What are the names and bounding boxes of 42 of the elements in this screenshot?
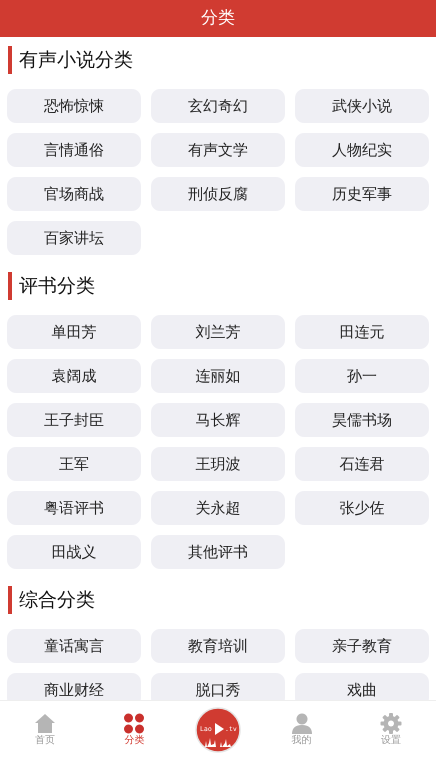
- category-button[interactable]: 刑侦反腐: [151, 177, 285, 211]
- section-title: 评书分类: [8, 272, 429, 300]
- category-button[interactable]: 恐怖惊悚: [7, 89, 141, 123]
- section-title: 综合分类: [8, 586, 429, 614]
- category-button[interactable]: 童话寓言: [7, 629, 141, 663]
- tab-item[interactable]: 分类: [90, 701, 180, 757]
- category-button[interactable]: 田战义: [7, 535, 141, 569]
- category-button[interactable]: 戏曲: [295, 673, 429, 700]
- category-button[interactable]: 刘兰芳: [151, 315, 285, 349]
- category-button[interactable]: 言情通俗: [7, 133, 141, 167]
- page-title: 分类: [201, 6, 235, 30]
- category-button[interactable]: 王军: [7, 447, 141, 481]
- category-button[interactable]: 关永超: [151, 491, 285, 525]
- settings-icon: [380, 713, 402, 734]
- category-button[interactable]: 历史军事: [295, 177, 429, 211]
- category-button[interactable]: 官场商战: [7, 177, 141, 211]
- category-button[interactable]: 张少佐: [295, 491, 429, 525]
- category-button[interactable]: 有声文学: [151, 133, 285, 167]
- category-button[interactable]: 亲子教育: [295, 629, 429, 663]
- category-button[interactable]: 脱口秀: [151, 673, 285, 700]
- category-button[interactable]: 教育培训: [151, 629, 285, 663]
- category-button[interactable]: 石连君: [295, 447, 429, 481]
- category-button[interactable]: 百家讲坛: [7, 221, 141, 255]
- category-button[interactable]: 单田芳: [7, 315, 141, 349]
- person-icon: [290, 713, 313, 734]
- section-title: 有声小说分类: [8, 46, 429, 74]
- category-button[interactable]: 王子封臣: [7, 403, 141, 437]
- category-button[interactable]: 王玥波: [151, 447, 285, 481]
- category-button[interactable]: 连丽如: [151, 359, 285, 393]
- category-button[interactable]: 袁阔成: [7, 359, 141, 393]
- category-button[interactable]: 昊儒书场: [295, 403, 429, 437]
- category-button[interactable]: 玄幻奇幻: [151, 89, 285, 123]
- category-button[interactable]: 武侠小说: [295, 89, 429, 123]
- category-button[interactable]: 粤语评书: [7, 491, 141, 525]
- grid-icon: [123, 713, 146, 734]
- category-button[interactable]: 孙一: [295, 359, 429, 393]
- category-button[interactable]: 田连元: [295, 315, 429, 349]
- home-icon: [34, 713, 56, 734]
- category-button[interactable]: 人物纪实: [295, 133, 429, 167]
- category-button[interactable]: 商业财经: [7, 673, 141, 700]
- category-button[interactable]: 其他评书: [151, 535, 285, 569]
- category-button[interactable]: 马长辉: [151, 403, 285, 437]
